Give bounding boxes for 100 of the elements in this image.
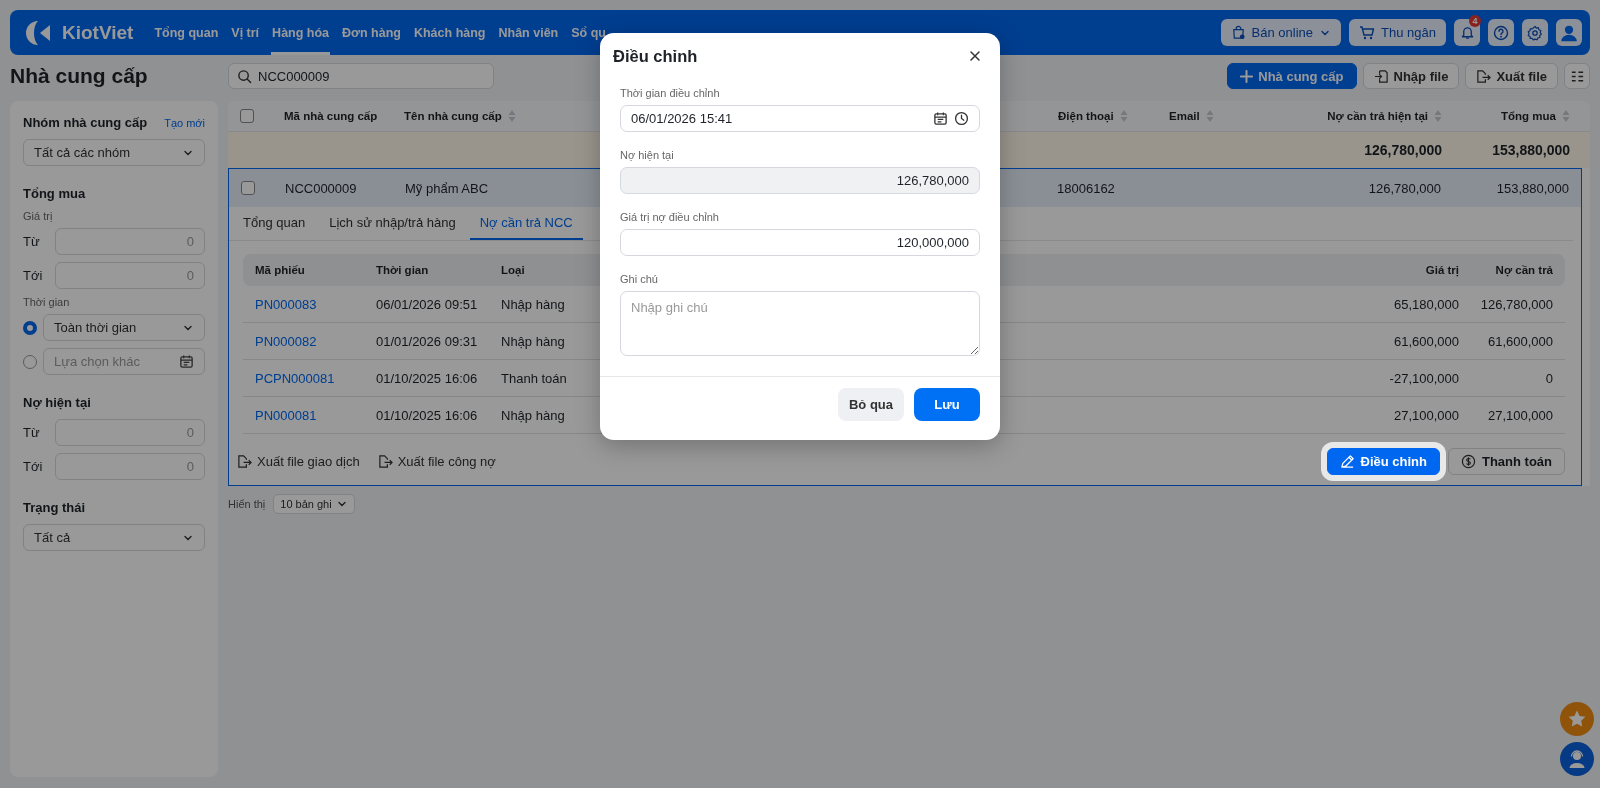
nav-tab[interactable]: Tổng quan	[153, 10, 220, 55]
sort-icon	[1119, 109, 1128, 123]
online-sales-button[interactable]: Bán online	[1220, 19, 1342, 46]
field-label: Từ	[23, 234, 41, 249]
search-icon	[237, 68, 252, 84]
filter-title: Trạng thái	[23, 500, 86, 515]
column-header: Nợ cần trả	[1495, 264, 1553, 276]
nav-tab[interactable]: Đơn hàng	[341, 10, 402, 55]
table-cell: -27,100,000	[1389, 370, 1459, 386]
import-file-button[interactable]: Nhập file	[1362, 63, 1460, 89]
export-link[interactable]: Xuất file giao dịch	[237, 454, 360, 469]
logo-text: KiotViet	[62, 21, 134, 44]
field-label: Tới	[23, 268, 44, 283]
nav-tab[interactable]: Hàng hóa	[271, 10, 331, 55]
table-cell: Thanh toán	[501, 370, 567, 386]
number-field[interactable]: 0	[55, 262, 205, 289]
column-header: Thời gian	[376, 264, 429, 276]
tab[interactable]: Tổng quan	[233, 207, 316, 240]
number-field[interactable]: 0	[55, 453, 205, 480]
favorite-button[interactable]	[1560, 702, 1594, 736]
document-link[interactable]: PN000083	[255, 296, 317, 312]
clock-icon	[954, 111, 969, 126]
account-button[interactable]	[1556, 19, 1582, 46]
dropdown[interactable]: Tất cả các nhóm	[23, 139, 205, 166]
number-field[interactable]: 0	[55, 228, 205, 255]
dropdown[interactable]: Toàn thời gian	[43, 314, 205, 341]
page-size-dropdown[interactable]: 10 bản ghi	[273, 494, 355, 514]
export-file-button[interactable]: Xuất file	[1465, 63, 1558, 89]
sort-icon	[1562, 109, 1570, 123]
dropdown[interactable]: Tất cả	[23, 524, 205, 551]
column-header[interactable]: Email	[1169, 110, 1200, 122]
export-icon	[237, 454, 252, 469]
table-cell: 01/10/2025 16:06	[376, 370, 478, 386]
notification-count: 4	[1469, 15, 1481, 27]
date-time-field[interactable]: 06/01/2026 15:41	[620, 105, 980, 132]
field-label: Tới	[23, 459, 44, 474]
nav-tab[interactable]: Nhân viên	[497, 10, 560, 55]
column-header[interactable]: Mã nhà cung cấp	[284, 110, 378, 122]
filter-title: Nhóm nhà cung cấp	[23, 115, 148, 130]
calendar-icon	[179, 354, 194, 369]
table-cell: 0	[1545, 370, 1553, 386]
summary-value: 153,880,000	[1492, 142, 1570, 158]
note-field[interactable]: Nhập ghi chú	[620, 291, 980, 356]
export-icon	[1476, 68, 1492, 84]
field-label: Từ	[23, 425, 41, 440]
settings-button[interactable]	[1522, 19, 1548, 46]
export-link[interactable]: Xuất file công nợ	[377, 454, 496, 469]
nav-tab[interactable]: Khách hàng	[412, 10, 487, 55]
support-button[interactable]	[1560, 742, 1594, 776]
table-cell: Mỹ phẩm ABC	[405, 180, 489, 196]
table-cell: Nhập hàng	[501, 407, 565, 423]
table-cell: 126,780,000	[1368, 180, 1441, 196]
table-cell: Nhập hàng	[501, 333, 565, 349]
radio-button[interactable]	[23, 320, 37, 335]
cashier-button[interactable]: Thu ngân	[1349, 19, 1446, 46]
table-cell: Nhập hàng	[501, 296, 565, 312]
search-field[interactable]: NCC000009	[228, 63, 494, 89]
pencil-icon	[1339, 454, 1355, 469]
column-header[interactable]: Nợ cần trả hiện tại	[1327, 110, 1428, 122]
sort-icon	[507, 109, 516, 123]
payment-button[interactable]: Thanh toán	[1447, 448, 1565, 475]
field-label: Thời gian	[23, 296, 71, 308]
column-header[interactable]: Tổng mua	[1501, 110, 1556, 122]
field-label: Giá trị nợ điều chỉnh	[620, 211, 720, 223]
tab[interactable]: Nợ cần trả NCC	[469, 207, 583, 240]
table-cell: 01/10/2025 16:06	[376, 407, 478, 423]
help-button[interactable]	[1488, 19, 1514, 46]
table-cell: 27,100,000	[1487, 407, 1553, 423]
tab[interactable]: Lịch sử nhập/trả hàng	[319, 207, 466, 240]
dialog-title: Điều chỉnh	[613, 46, 698, 66]
table-cell: NCC000009	[285, 180, 357, 196]
cancel-button[interactable]: Bỏ qua	[838, 388, 904, 421]
save-button[interactable]: Lưu	[914, 388, 980, 421]
table-cell: 153,880,000	[1496, 180, 1569, 196]
add-supplier-button[interactable]: Nhà cung cấp	[1227, 63, 1357, 89]
checkbox[interactable]	[240, 109, 254, 123]
page-size-label: Hiển thị	[228, 498, 266, 510]
calendar-icon	[933, 111, 948, 126]
amount-field[interactable]: 120,000,000	[620, 229, 980, 256]
read-only-field[interactable]: 126,780,000	[620, 167, 980, 194]
import-icon	[1373, 68, 1389, 84]
column-header[interactable]: Tên nhà cung cấp	[404, 110, 502, 122]
column-header: Giá trị	[1425, 264, 1459, 276]
document-link[interactable]: PCPN000081	[255, 370, 335, 386]
shopping-bag-icon	[1230, 25, 1246, 40]
column-header[interactable]: Điện thoại	[1058, 110, 1114, 122]
document-link[interactable]: PN000081	[255, 407, 317, 423]
table-cell: 06/01/2026 09:51	[376, 296, 478, 312]
page-title: Nhà cung cấp	[10, 64, 149, 88]
filter-title: Nợ hiện tại	[23, 395, 91, 410]
export-icon	[377, 454, 393, 469]
document-link[interactable]: PN000082	[255, 333, 317, 349]
checkbox[interactable]	[241, 181, 255, 195]
column-settings-button[interactable]	[1564, 63, 1590, 89]
number-field[interactable]: 0	[55, 419, 205, 446]
create-link[interactable]: Tạo mới	[164, 116, 205, 129]
nav-tab[interactable]: Vị trí	[230, 10, 261, 55]
field-label: Giá trị	[23, 210, 54, 222]
table-cell: 126,780,000	[1480, 296, 1553, 312]
table-cell: 18006162	[1057, 180, 1115, 196]
